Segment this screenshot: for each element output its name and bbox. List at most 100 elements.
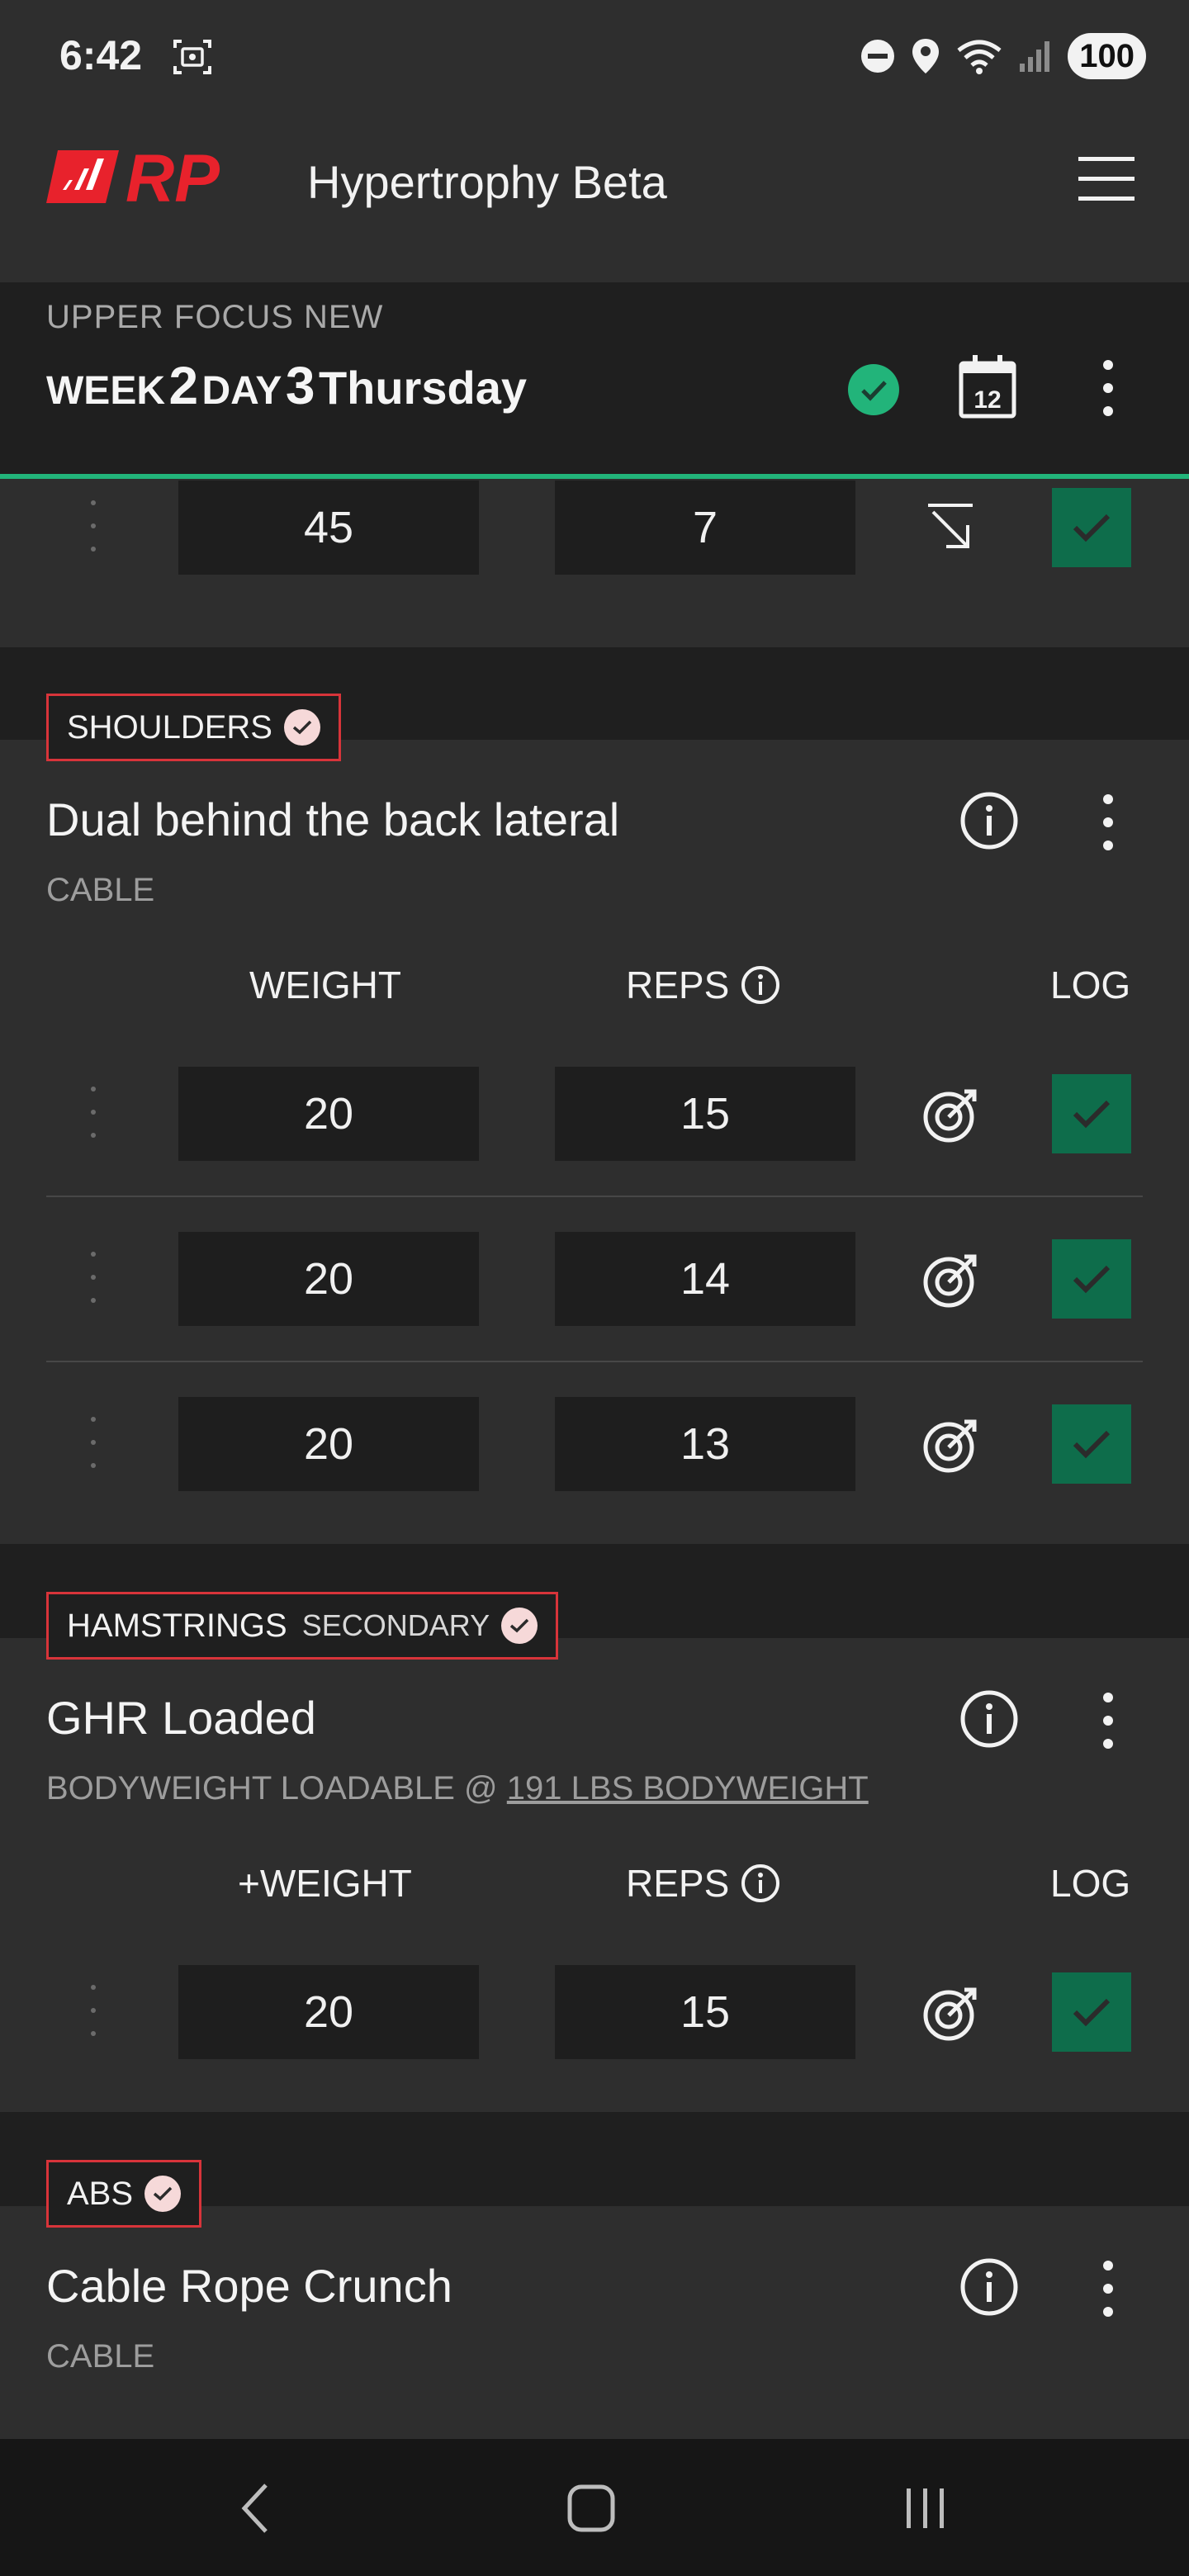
equipment-type-label: BODYWEIGHT LOADABLE @ <box>46 1770 498 1807</box>
log-column-header: LOG <box>1050 1862 1131 1905</box>
wifi-icon <box>957 40 1002 74</box>
log-set-checkbox[interactable] <box>1052 1239 1131 1319</box>
status-icons: 100 <box>860 31 1146 81</box>
reps-info-icon[interactable] <box>741 965 780 1005</box>
app-title: Hypertrophy Beta <box>307 156 667 208</box>
muscle-complete-check-icon <box>501 1608 538 1644</box>
exercise-more-options-button[interactable] <box>1088 1689 1128 1752</box>
log-set-checkbox[interactable] <box>1052 1074 1131 1153</box>
status-bar: 6:42 100 <box>0 0 1189 112</box>
check-icon <box>1073 1998 1111 2027</box>
weight-input[interactable]: 20 <box>178 1965 479 2059</box>
set-row: 20 13 <box>46 1362 1131 1527</box>
info-icon[interactable] <box>959 791 1019 850</box>
day-number: 3 <box>285 356 315 415</box>
calendar-button[interactable]: 12 <box>958 353 1017 419</box>
do-not-disturb-icon <box>861 40 895 73</box>
muscle-group-tag: HAMSTRINGS SECONDARY <box>46 1592 559 1660</box>
system-navigation-bar <box>0 2439 1189 2576</box>
battery-indicator: 100 <box>1068 33 1146 79</box>
muscle-complete-check-icon <box>283 709 320 746</box>
muscle-group-name: ABS <box>67 2175 134 2212</box>
reps-input[interactable]: 13 <box>555 1397 855 1491</box>
equipment-type: CABLE <box>46 872 155 908</box>
day-name: Thursday <box>318 362 527 414</box>
weight-column-header: +WEIGHT <box>238 1862 412 1905</box>
reps-info-icon[interactable] <box>741 1863 780 1903</box>
muscle-group-name: HAMSTRINGS <box>67 1607 287 1644</box>
muscle-group-tag: ABS <box>46 2160 202 2228</box>
check-icon <box>1073 514 1111 542</box>
target-icon[interactable] <box>921 1417 979 1475</box>
set-row: 45 7 <box>46 446 1131 611</box>
muscle-complete-check-icon <box>144 2176 182 2212</box>
back-icon[interactable] <box>225 2477 291 2540</box>
mesocycle-name: UPPER FOCUS NEW <box>46 299 384 335</box>
weight-input[interactable]: 20 <box>178 1067 479 1161</box>
exercise-name: GHR Loaded <box>46 1692 316 1744</box>
target-icon[interactable] <box>921 1252 979 1309</box>
equipment-type: CABLE <box>46 2338 155 2375</box>
log-set-checkbox[interactable] <box>1052 1404 1131 1484</box>
week-label: WEEK <box>46 369 165 413</box>
set-drag-handle[interactable] <box>88 1417 99 1473</box>
check-icon <box>1073 1430 1111 1459</box>
reps-input[interactable]: 7 <box>555 481 855 575</box>
reps-input[interactable]: 15 <box>555 1067 855 1161</box>
week-day-title: WEEK 2 DAY 3 Thursday <box>46 355 527 416</box>
arrow-down-right-icon[interactable] <box>921 500 979 558</box>
muscle-group-priority: SECONDARY <box>301 1608 490 1642</box>
exercise-name: Cable Rope Crunch <box>46 2260 452 2312</box>
set-row: 20 15 <box>46 1032 1143 1197</box>
set-row: 20 15 <box>46 1930 1131 2095</box>
reps-column-header: REPS <box>626 963 780 1007</box>
day-more-options-button[interactable] <box>1088 357 1128 419</box>
weight-input[interactable]: 20 <box>178 1232 479 1326</box>
weight-input[interactable]: 45 <box>178 481 479 575</box>
target-icon[interactable] <box>921 1985 979 2043</box>
reps-column-header: REPS <box>626 1861 780 1906</box>
set-drag-handle[interactable] <box>88 500 99 556</box>
check-icon <box>1073 1100 1111 1129</box>
set-drag-handle[interactable] <box>88 1985 99 2041</box>
target-icon[interactable] <box>921 1087 979 1144</box>
exercise-card-hamstrings: GHR Loaded BODYWEIGHT LOADABLE @ 191 LBS… <box>0 1638 1189 2112</box>
home-icon[interactable] <box>558 2477 624 2540</box>
exercise-card-partial: 45 7 <box>0 479 1189 647</box>
week-number: 2 <box>168 356 199 415</box>
muscle-group-tag: SHOULDERS <box>46 694 341 761</box>
set-row: 20 14 <box>46 1197 1143 1362</box>
menu-button[interactable] <box>1073 152 1139 206</box>
day-complete-check-icon <box>848 364 899 415</box>
equipment-type: BODYWEIGHT LOADABLE @ 191 LBS BODYWEIGHT <box>46 1770 869 1807</box>
app-header: RP Hypertrophy Beta <box>0 112 1189 282</box>
weight-input[interactable]: 20 <box>178 1397 479 1491</box>
signal-icon <box>1020 41 1050 72</box>
info-icon[interactable] <box>959 1689 1019 1749</box>
weight-column-header: WEIGHT <box>249 964 401 1006</box>
location-icon <box>912 39 940 73</box>
calendar-day-number: 12 <box>973 386 1001 414</box>
screenshot-icon <box>173 40 211 74</box>
log-column-header: LOG <box>1050 964 1131 1006</box>
reps-input[interactable]: 14 <box>555 1232 855 1326</box>
exercise-card-abs: Cable Rope Crunch CABLE <box>0 2206 1189 2439</box>
exercise-card-shoulders: Dual behind the back lateral CABLE WEIGH… <box>0 740 1189 1544</box>
info-icon[interactable] <box>959 2257 1019 2317</box>
set-drag-handle[interactable] <box>88 1252 99 1308</box>
reps-header-label: REPS <box>626 1862 730 1905</box>
log-set-checkbox[interactable] <box>1052 488 1131 567</box>
check-icon <box>1073 1265 1111 1294</box>
status-time: 6:42 <box>59 32 143 78</box>
recents-icon[interactable] <box>892 2477 958 2540</box>
day-label: DAY <box>201 369 282 413</box>
exercise-more-options-button[interactable] <box>1088 791 1128 854</box>
rp-logo: RP <box>46 144 220 210</box>
reps-header-label: REPS <box>626 964 730 1006</box>
set-drag-handle[interactable] <box>88 1087 99 1143</box>
reps-input[interactable]: 15 <box>555 1965 855 2059</box>
bodyweight-link[interactable]: 191 LBS BODYWEIGHT <box>507 1770 869 1807</box>
exercise-more-options-button[interactable] <box>1088 2257 1128 2320</box>
logo-text: RP <box>126 144 220 210</box>
log-set-checkbox[interactable] <box>1052 1972 1131 2052</box>
